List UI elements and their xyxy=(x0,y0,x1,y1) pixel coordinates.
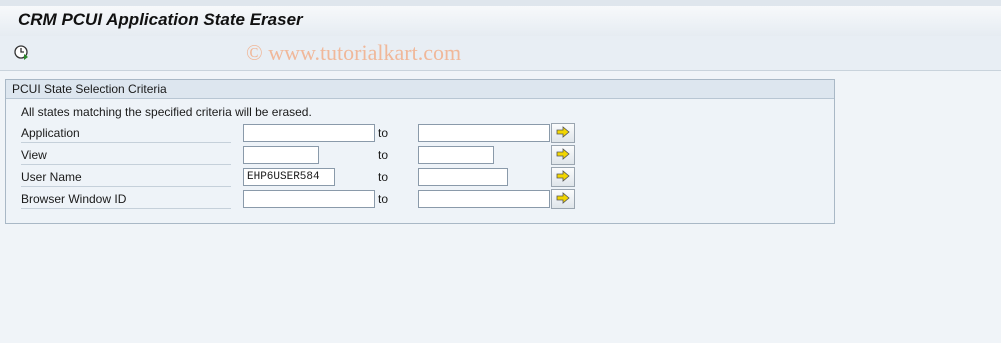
to-label: to xyxy=(378,148,389,162)
browser-window-id-multiple-selection-button[interactable] xyxy=(551,189,575,209)
row-application: Application to xyxy=(21,123,581,144)
view-multiple-selection-button[interactable] xyxy=(551,145,575,165)
application-from-field[interactable] xyxy=(243,124,375,142)
row-user-name: User Name EHP6USER584 to xyxy=(21,167,581,188)
row-view: View to xyxy=(21,145,581,166)
browser-window-id-label: Browser Window ID xyxy=(21,192,231,209)
to-label: to xyxy=(378,126,389,140)
application-multiple-selection-button[interactable] xyxy=(551,123,575,143)
page-title: CRM PCUI Application State Eraser xyxy=(18,10,303,29)
selection-criteria-group: PCUI State Selection Criteria All states… xyxy=(5,79,835,224)
user-name-label: User Name xyxy=(21,170,231,187)
execute-button[interactable] xyxy=(12,44,30,62)
user-name-from-field[interactable]: EHP6USER584 xyxy=(243,168,335,186)
arrow-right-icon xyxy=(556,125,570,141)
browser-window-id-from-field[interactable] xyxy=(243,190,375,208)
to-label: to xyxy=(378,170,389,184)
application-to-field[interactable] xyxy=(418,124,550,142)
view-to-field[interactable] xyxy=(418,146,494,164)
group-title: PCUI State Selection Criteria xyxy=(6,80,834,99)
view-from-field[interactable] xyxy=(243,146,319,164)
row-browser-window-id: Browser Window ID to xyxy=(21,189,581,210)
browser-window-id-to-field[interactable] xyxy=(418,190,550,208)
user-name-to-field[interactable] xyxy=(418,168,508,186)
to-label: to xyxy=(378,192,389,206)
arrow-right-icon xyxy=(556,147,570,163)
watermark-text: © www.tutorialkart.com xyxy=(246,40,462,65)
info-text: All states matching the specified criter… xyxy=(21,105,312,119)
arrow-right-icon xyxy=(556,191,570,207)
view-label: View xyxy=(21,148,231,165)
application-label: Application xyxy=(21,126,231,143)
user-name-multiple-selection-button[interactable] xyxy=(551,167,575,187)
arrow-right-icon xyxy=(556,169,570,185)
execute-clock-icon xyxy=(13,44,29,63)
title-bar: CRM PCUI Application State Eraser xyxy=(0,0,1001,36)
application-toolbar: © www.tutorialkart.com xyxy=(0,36,1001,71)
